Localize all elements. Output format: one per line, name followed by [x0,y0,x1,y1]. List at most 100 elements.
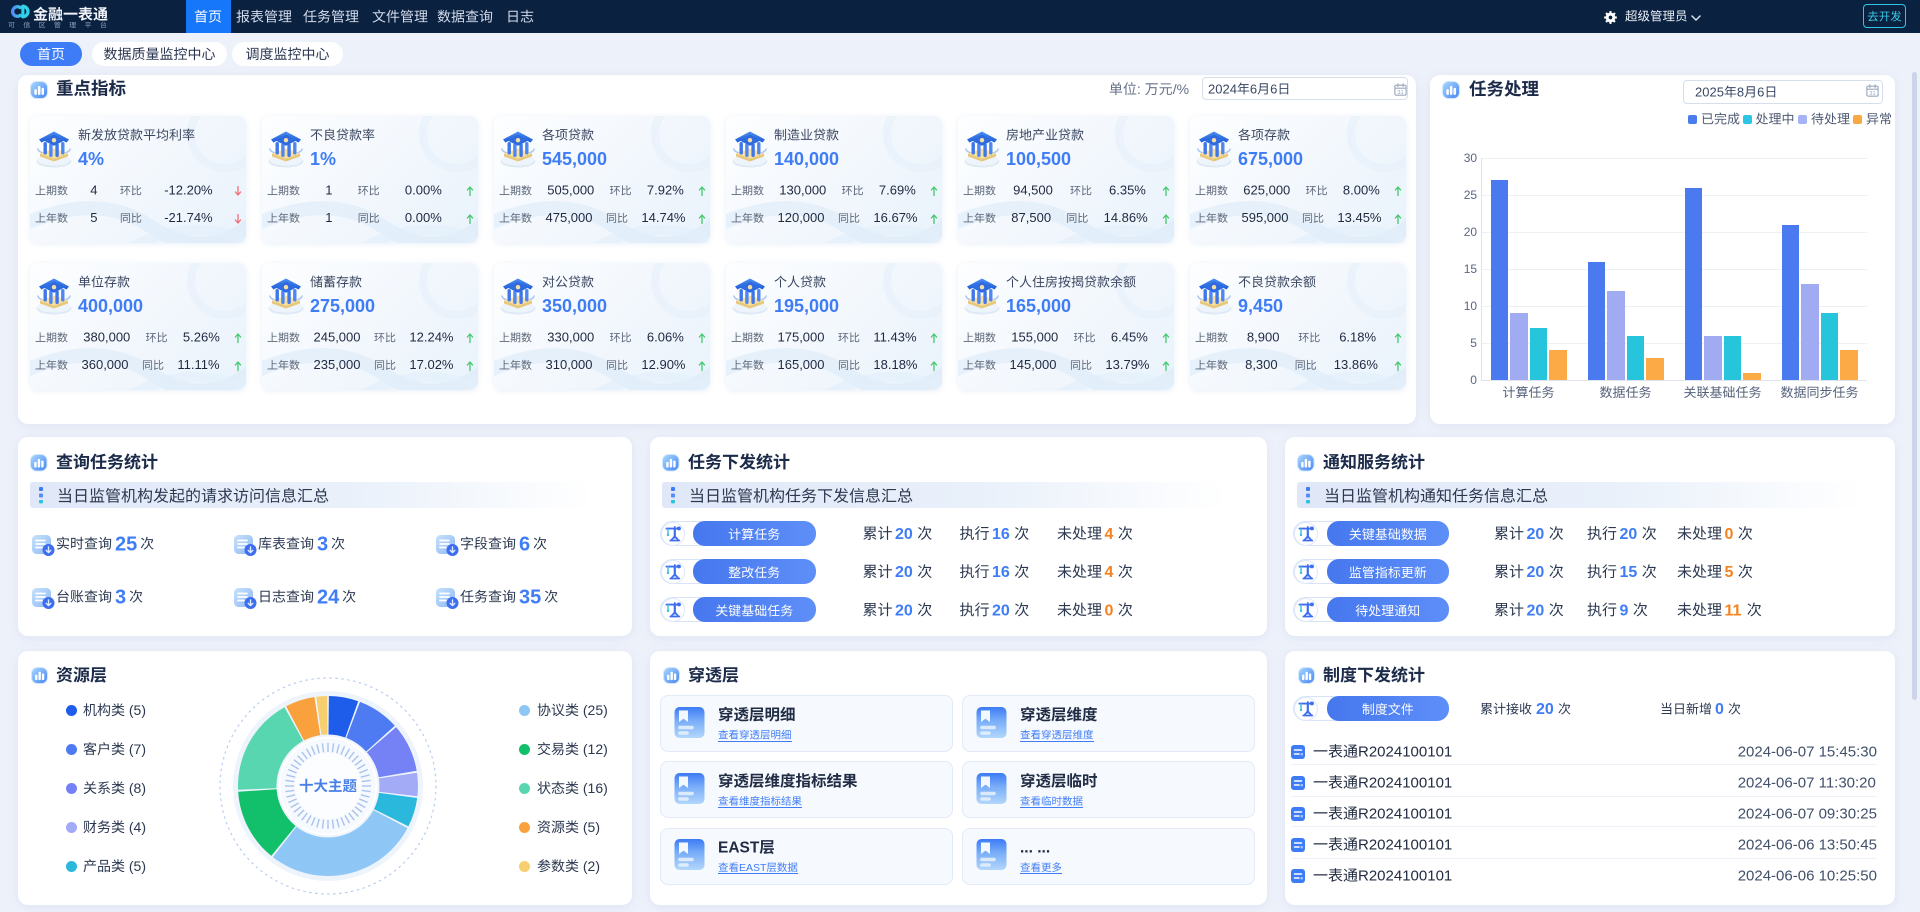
svg-text:14.86%: 14.86% [1104,210,1149,225]
svg-text:330,000: 330,000 [547,330,594,345]
svg-text:6: 6 [1757,85,1764,100]
svg-text:20: 20 [895,564,913,581]
svg-text:20: 20 [1527,564,1545,581]
svg-text:/%: /% [1173,81,1189,97]
svg-text:13.86%: 13.86% [1334,357,1379,372]
svg-text:(8): (8) [125,780,146,796]
svg-text:6.18%: 6.18% [1339,330,1376,345]
svg-text:10: 10 [1464,299,1478,313]
svg-text:R2024100101: R2024100101 [1358,837,1452,854]
svg-text:625,000: 625,000 [1243,183,1290,198]
svg-text:5: 5 [1725,564,1734,581]
svg-text:15: 15 [1620,564,1638,581]
svg-text:100,500: 100,500 [1006,149,1071,169]
svg-text:6.45%: 6.45% [1111,330,1148,345]
svg-text:2024: 2024 [1208,82,1237,97]
svg-text:16: 16 [992,564,1010,581]
svg-text:-12.20%: -12.20% [164,183,213,198]
svg-text:4: 4 [1105,526,1114,543]
svg-text:6.06%: 6.06% [647,330,684,345]
svg-text:155,000: 155,000 [1011,330,1058,345]
svg-text:3: 3 [317,534,328,556]
svg-text:11.43%: 11.43% [873,330,917,345]
svg-text:6: 6 [1270,82,1277,97]
svg-text:0.00%: 0.00% [405,183,442,198]
svg-text:2024-06-07 15:45:30: 2024-06-07 15:45:30 [1738,744,1877,761]
svg-text:2025: 2025 [1695,85,1724,100]
svg-text:20: 20 [1527,526,1545,543]
svg-text:R2024100101: R2024100101 [1358,775,1452,792]
svg-text:8,900: 8,900 [1247,330,1280,345]
svg-text:195,000: 195,000 [774,296,839,316]
svg-text:6.35%: 6.35% [1109,183,1146,198]
svg-text:360,000: 360,000 [82,357,129,372]
svg-text:12.24%: 12.24% [409,330,454,345]
svg-text:16.67%: 16.67% [873,210,918,225]
svg-text:0: 0 [1715,701,1724,718]
svg-text::: : [1137,81,1145,97]
svg-text:7.92%: 7.92% [647,183,684,198]
svg-text:6: 6 [519,534,530,556]
svg-text:5: 5 [1470,336,1477,350]
svg-text:4: 4 [90,183,97,198]
svg-text:9,450: 9,450 [1238,296,1283,316]
svg-text:505,000: 505,000 [547,183,594,198]
svg-text:20: 20 [992,602,1010,619]
svg-text:(16): (16) [579,780,608,796]
svg-text:3: 3 [115,587,126,609]
svg-text:(5): (5) [579,819,600,835]
svg-text:35: 35 [519,587,541,609]
svg-text:475,000: 475,000 [546,210,593,225]
svg-text:13.79%: 13.79% [1105,357,1150,372]
svg-text:2024-06-06 10:25:50: 2024-06-06 10:25:50 [1738,868,1877,885]
svg-text:-21.74%: -21.74% [164,210,213,225]
svg-text:2024-06-07 11:30:20: 2024-06-07 11:30:20 [1738,775,1876,792]
svg-text:24: 24 [317,587,340,609]
svg-text:400,000: 400,000 [78,296,143,316]
svg-text:235,000: 235,000 [314,357,361,372]
svg-text:145,000: 145,000 [1010,357,1057,372]
svg-text:(25): (25) [579,702,608,718]
svg-text:12.90%: 12.90% [641,357,686,372]
svg-text:1: 1 [325,183,332,198]
svg-text:8: 8 [1737,85,1744,100]
svg-text:(7): (7) [125,741,146,757]
svg-text:20: 20 [1527,602,1545,619]
svg-text:25: 25 [1464,188,1478,202]
svg-text:7.69%: 7.69% [879,183,916,198]
svg-text:(5): (5) [125,858,146,874]
svg-text:175,000: 175,000 [778,330,825,345]
svg-text:595,000: 595,000 [1242,210,1289,225]
svg-text:8.00%: 8.00% [1343,183,1380,198]
svg-text:(12): (12) [579,741,608,757]
svg-text:545,000: 545,000 [542,149,607,169]
svg-text:6: 6 [1250,82,1257,97]
svg-text:350,000: 350,000 [542,296,607,316]
svg-text:... ...: ... ... [1020,840,1050,857]
svg-text:R2024100101: R2024100101 [1358,744,1452,761]
svg-text:20: 20 [895,602,913,619]
svg-text:87,500: 87,500 [1011,210,1051,225]
svg-text:20: 20 [1464,225,1478,239]
svg-text:25: 25 [115,534,137,556]
svg-text:20: 20 [1620,526,1638,543]
svg-text:1%: 1% [310,149,336,169]
svg-text:18.18%: 18.18% [873,357,918,372]
svg-text:310,000: 310,000 [546,357,593,372]
svg-text:20: 20 [1536,701,1554,718]
svg-text:94,500: 94,500 [1013,183,1053,198]
svg-text:(2): (2) [579,858,600,874]
svg-text:675,000: 675,000 [1238,149,1303,169]
svg-text:4%: 4% [78,149,104,169]
svg-text:13.45%: 13.45% [1337,210,1382,225]
svg-text:(5): (5) [125,702,146,718]
svg-text:20: 20 [895,526,913,543]
svg-text:11.11%: 11.11% [177,357,220,372]
svg-text:R2024100101: R2024100101 [1358,806,1452,823]
svg-text:5.26%: 5.26% [183,330,220,345]
svg-text:0: 0 [1470,373,1477,387]
svg-text:140,000: 140,000 [774,149,839,169]
svg-text:1: 1 [325,210,332,225]
svg-text:30: 30 [1464,151,1478,165]
svg-text:8,300: 8,300 [1245,357,1278,372]
